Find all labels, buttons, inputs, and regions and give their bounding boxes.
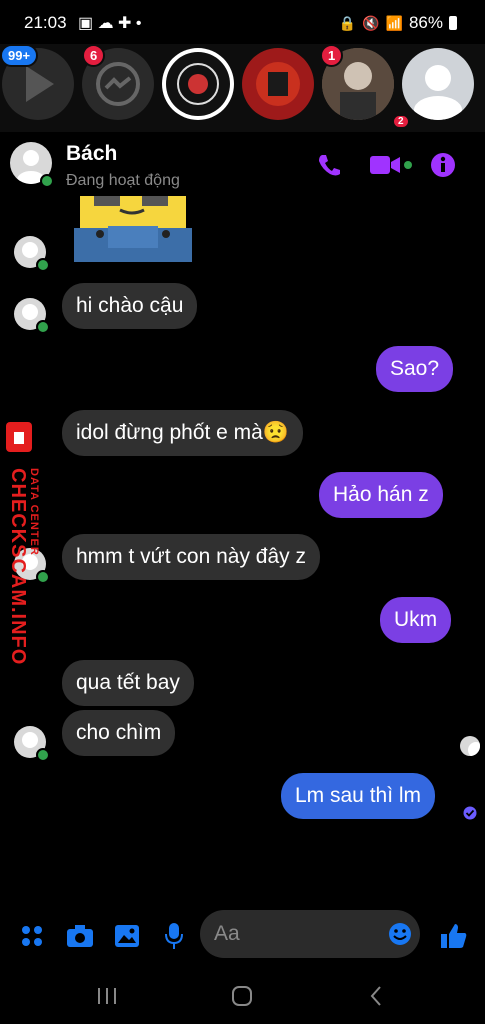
- badge-small: 2: [392, 114, 410, 129]
- lantern-icon: [256, 62, 300, 106]
- lock-icon: 🔒: [338, 14, 357, 31]
- seen-avatar: [460, 736, 480, 756]
- contact-name[interactable]: Bách: [66, 142, 117, 166]
- message-in[interactable]: cho chìm: [62, 710, 176, 756]
- menu-dots-icon[interactable]: [20, 924, 46, 950]
- delivered-check-icon: [463, 806, 477, 820]
- status-time: 21:03: [24, 13, 67, 32]
- emoji-icon[interactable]: [388, 922, 412, 946]
- sender-online: [36, 748, 50, 762]
- microphone-icon[interactable]: [164, 922, 184, 950]
- chat-head-logo[interactable]: [162, 48, 234, 120]
- conversation-header: Bách Đang hoạt động: [0, 132, 485, 196]
- chat-heads-bar: 99+ 6 1 2: [0, 44, 485, 132]
- message-in[interactable]: qua tết bay: [62, 660, 194, 706]
- contact-status: Đang hoạt động: [66, 172, 180, 189]
- user-placeholder-icon: [414, 65, 462, 120]
- video-online-dot: [404, 161, 412, 169]
- message-input-placeholder: Aa: [214, 922, 240, 945]
- watermark-line1: DATA CENTER: [28, 468, 40, 556]
- chat-head-red[interactable]: [242, 48, 314, 120]
- message-out[interactable]: Ukm: [380, 597, 452, 643]
- message-in[interactable]: hi chào cậu: [62, 283, 198, 329]
- message-in[interactable]: idol đừng phốt e mà😟: [62, 410, 303, 456]
- phone-call-icon[interactable]: [316, 152, 342, 178]
- camera-icon[interactable]: [66, 924, 94, 948]
- sticker-minion[interactable]: [74, 196, 192, 262]
- message-out[interactable]: Hảo hán z: [319, 472, 443, 518]
- battery-icon: [449, 16, 457, 30]
- sender-online: [36, 320, 50, 334]
- watermark: DATA CENTER CHECKSCAM.INFO: [4, 420, 44, 665]
- home-icon[interactable]: [230, 984, 254, 1008]
- message-input[interactable]: Aa: [200, 910, 420, 958]
- status-notification-icons: ▣ ☁ ✚ •: [78, 15, 142, 32]
- mute-icon: 🔇: [362, 14, 380, 31]
- battery-text: 86%: [408, 13, 443, 32]
- status-right: 🔒 🔇 📶 86%: [339, 13, 457, 33]
- online-indicator: [40, 174, 54, 188]
- recent-apps-icon[interactable]: [96, 986, 118, 1006]
- video-call-icon[interactable]: [370, 154, 402, 176]
- status-bar: 21:03 ▣ ☁ ✚ • 🔒 🔇 📶 86%: [0, 0, 485, 44]
- sender-online: [36, 258, 50, 272]
- logo-icon: [166, 52, 230, 116]
- message-out[interactable]: Lm sau thì lm: [281, 773, 436, 819]
- back-icon[interactable]: [368, 984, 384, 1008]
- minion-sticker-image: [74, 196, 192, 262]
- info-icon[interactable]: [430, 152, 456, 178]
- badge-video: 99+: [0, 44, 39, 67]
- message-out[interactable]: Sao?: [376, 346, 454, 392]
- chat-head-user[interactable]: [402, 48, 474, 120]
- message-in[interactable]: hmm t vứt con này đây z: [62, 534, 320, 580]
- wifi-icon: 📶: [385, 14, 403, 31]
- watermark-line2: CHECKSCAM.INFO: [7, 468, 29, 666]
- system-nav-bar: [0, 968, 485, 1024]
- like-icon[interactable]: [440, 922, 468, 950]
- gallery-icon[interactable]: [114, 924, 140, 948]
